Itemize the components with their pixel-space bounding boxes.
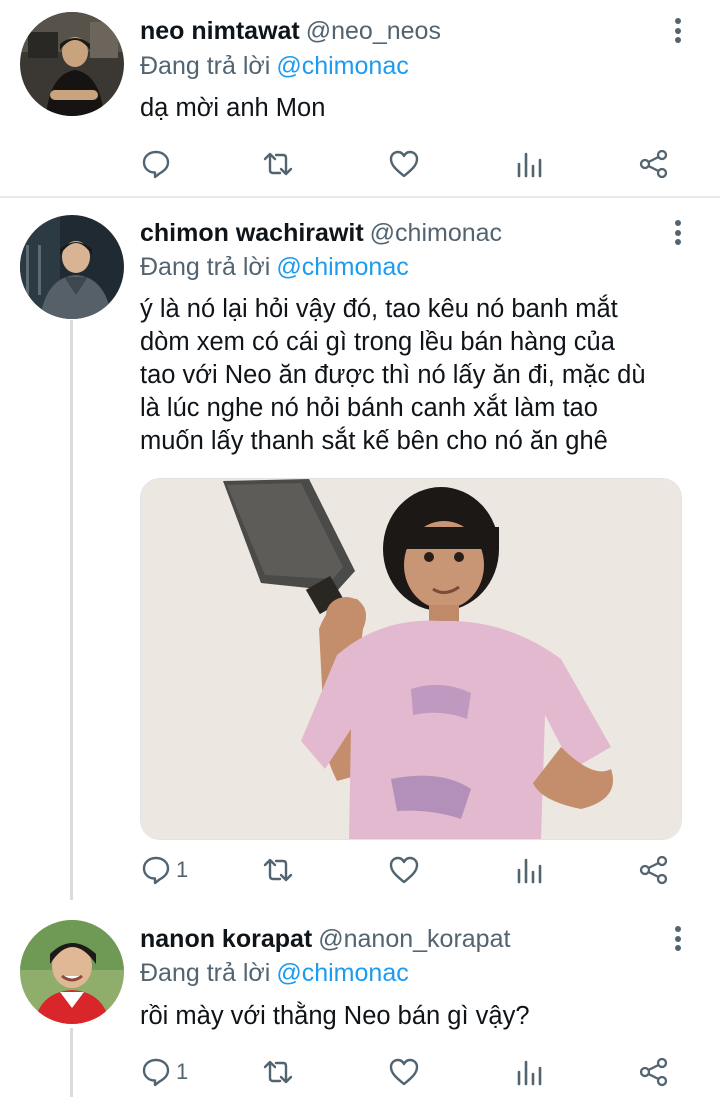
tweet-header: nanon korapat @nanon_korapat xyxy=(140,919,510,959)
analytics-button[interactable] xyxy=(514,1052,546,1092)
tweet[interactable]: nanon korapat @nanon_korapat Đang trả lời… xyxy=(0,0,720,1097)
person-avatar-icon xyxy=(20,920,124,1024)
replying-to: Đang trả lời @chimonac xyxy=(140,955,409,991)
reply-icon xyxy=(142,1058,170,1087)
analytics-icon xyxy=(517,1060,542,1086)
reply-count: 1 xyxy=(176,1059,189,1084)
like-icon xyxy=(389,1058,419,1086)
display-name[interactable]: nanon korapat xyxy=(140,925,312,953)
share-icon xyxy=(639,1057,668,1087)
tweet-text: rồi mày với thằng Neo bán gì vậy? xyxy=(140,1000,530,1033)
avatar[interactable] xyxy=(20,920,124,1024)
retweet-icon xyxy=(263,1060,293,1084)
tweet-text-line: rồi mày với thằng Neo bán gì vậy? xyxy=(140,1002,530,1030)
mention-link[interactable]: @chimonac xyxy=(276,959,408,987)
reply-button[interactable]: 1 xyxy=(140,1052,188,1092)
share-button[interactable] xyxy=(638,1052,670,1092)
replying-label: Đang trả lời xyxy=(140,959,271,987)
more-options-icon[interactable] xyxy=(670,926,686,956)
action-bar: 1 xyxy=(140,1052,700,1092)
retweet-button[interactable] xyxy=(262,1052,294,1092)
like-button[interactable] xyxy=(388,1052,420,1092)
handle[interactable]: @nanon_korapat xyxy=(318,925,510,953)
